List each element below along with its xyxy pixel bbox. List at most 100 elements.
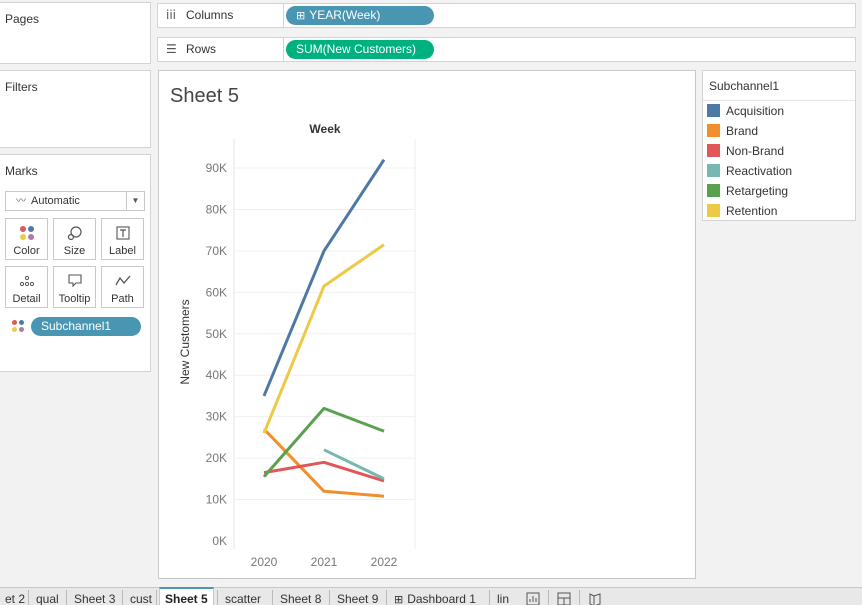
- sheet-tab[interactable]: Sheet 8: [275, 588, 326, 605]
- sheet-tab[interactable]: lin: [492, 588, 514, 605]
- series-line-retargeting[interactable]: [262, 406, 385, 478]
- rows-label-text: Rows: [186, 42, 217, 56]
- legend-label: Retention: [726, 204, 778, 218]
- new-dashboard-icon[interactable]: [557, 588, 571, 605]
- legend-swatch: [707, 104, 720, 117]
- x-tick-label: 2022: [371, 555, 398, 569]
- rows-shelf[interactable]: ☰ Rows SUM(New Customers): [157, 37, 856, 62]
- sheet-tab[interactable]: Sheet 5: [159, 587, 214, 605]
- y-axis-title: New Customers: [178, 299, 192, 384]
- tooltip-button[interactable]: Tooltip: [53, 266, 96, 308]
- sheet-tab-label: et 2: [5, 592, 26, 605]
- y-tick-label: 50K: [206, 327, 227, 341]
- series-line-acquisition[interactable]: [262, 158, 386, 397]
- sheet-tab-label: Dashboard 1: [407, 592, 476, 605]
- sheet-tab-label: Sheet 5: [165, 592, 208, 605]
- columns-label-text: Columns: [186, 8, 234, 22]
- mark-type-dropdown[interactable]: 〰 Automatic ▼: [5, 191, 145, 211]
- sum-new-customers-pill[interactable]: SUM(New Customers): [286, 40, 434, 59]
- subchannel-color-pill[interactable]: Subchannel1: [31, 317, 141, 336]
- path-label: Path: [111, 293, 134, 305]
- sheet-tab[interactable]: Sheet 3: [69, 588, 120, 605]
- size-icon: [54, 225, 95, 245]
- path-icon: [102, 273, 143, 293]
- legend-item-retargeting[interactable]: Retargeting: [707, 182, 788, 200]
- new-story-icon[interactable]: [588, 588, 602, 605]
- y-tick-label: 80K: [206, 202, 227, 216]
- text-label-icon: [102, 225, 143, 245]
- legend-item-retention[interactable]: Retention: [707, 202, 777, 220]
- legend-label: Retargeting: [726, 184, 789, 198]
- y-tick-label: 0K: [212, 534, 227, 548]
- legend-swatch: [707, 144, 720, 157]
- legend-title: Subchannel1: [703, 71, 855, 101]
- legend-swatch: [707, 204, 720, 217]
- y-tick-label: 70K: [206, 244, 227, 258]
- sheet-tab[interactable]: qual: [31, 588, 64, 605]
- sheet-tab[interactable]: scatter: [220, 588, 266, 605]
- y-tick-label: 40K: [206, 368, 227, 382]
- year-week-pill-label: YEAR(Week): [309, 8, 381, 22]
- dashboard-icon: ⊞: [394, 593, 404, 605]
- label-button[interactable]: Label: [101, 218, 144, 260]
- filters-title: Filters: [5, 80, 38, 94]
- legend-swatch: [707, 184, 720, 197]
- tooltip-label: Tooltip: [58, 293, 91, 305]
- new-worksheet-icon[interactable]: [526, 588, 540, 605]
- detail-label: Detail: [12, 293, 41, 305]
- filters-card[interactable]: Filters: [0, 70, 151, 148]
- sheet-tab-label: lin: [497, 592, 510, 605]
- sheet-tab-label: cust: [130, 592, 153, 605]
- color-button[interactable]: Color: [5, 218, 48, 260]
- legend-label: Brand: [726, 124, 759, 138]
- sheet-tab-label: Sheet 3: [74, 592, 116, 605]
- y-tick-label: 60K: [206, 285, 227, 299]
- sheet-tab[interactable]: Sheet 9: [332, 588, 383, 605]
- legend-item-non-brand[interactable]: Non-Brand: [707, 142, 784, 160]
- detail-icon: [6, 273, 47, 293]
- legend-label: Acquisition: [726, 104, 785, 118]
- pages-title: Pages: [5, 12, 40, 26]
- columns-shelf[interactable]: iii Columns ⊞ YEAR(Week): [157, 3, 856, 28]
- path-button[interactable]: Path: [101, 266, 144, 308]
- color-label: Color: [13, 245, 40, 257]
- pages-card[interactable]: Pages: [0, 2, 151, 64]
- y-tick-label: 90K: [206, 161, 227, 175]
- color-icon: [6, 225, 47, 245]
- sheet-tab-label: Sheet 8: [280, 592, 322, 605]
- legend-label: Reactivation: [726, 164, 793, 178]
- rows-icon: ☰: [166, 42, 177, 56]
- detail-button[interactable]: Detail: [5, 266, 48, 308]
- mark-type-value: Automatic: [31, 195, 80, 207]
- y-tick-label: 30K: [206, 410, 227, 424]
- legend-swatch: [707, 124, 720, 137]
- size-button[interactable]: Size: [53, 218, 96, 260]
- legend-item-acquisition[interactable]: Acquisition: [707, 102, 784, 120]
- columns-shelf-label: iii Columns: [158, 4, 284, 27]
- line-mark-icon: 〰: [16, 196, 26, 207]
- sheet-tab-label: scatter: [225, 592, 262, 605]
- year-week-pill[interactable]: ⊞ YEAR(Week): [286, 6, 434, 25]
- sheet-tab[interactable]: cust: [125, 588, 157, 605]
- marks-card: Marks 〰 Automatic ▼ Color Size Label Deta…: [0, 154, 151, 372]
- series-line-retention[interactable]: [262, 243, 385, 434]
- worksheet-view: Sheet 5 0K 10K 20K 30K 40K 50K 60K 70K 80K 90K 20…: [158, 70, 696, 579]
- line-chart: 0K 10K 20K 30K 40K 50K 60K 70K 80K 90K 2020 2021 20…: [178, 122, 416, 569]
- expand-plus-icon: ⊞: [296, 9, 306, 22]
- sheet-tab[interactable]: ⊞ Dashboard 1: [389, 588, 481, 605]
- rows-shelf-label: ☰ Rows: [158, 38, 284, 61]
- chart-column-header: Week: [309, 122, 340, 136]
- sheet-tab-label: Sheet 9: [337, 592, 379, 605]
- columns-icon: iii: [166, 8, 177, 22]
- sheet-tab-label: qual: [36, 592, 59, 605]
- legend-item-reactivation[interactable]: Reactivation: [707, 162, 792, 180]
- size-label: Size: [63, 245, 86, 257]
- y-tick-label: 20K: [206, 451, 227, 465]
- sheet-tab-bar: et 2 qual Sheet 3 cust Sheet 5 scatter Sheet 8…: [0, 587, 862, 605]
- sheet-tab[interactable]: et 2: [0, 588, 30, 605]
- y-tick-label: 10K: [206, 493, 227, 507]
- x-tick-label: 2020: [251, 555, 278, 569]
- tooltip-icon: [54, 273, 95, 293]
- legend-item-brand[interactable]: Brand: [707, 122, 758, 140]
- label-label: Label: [109, 245, 136, 257]
